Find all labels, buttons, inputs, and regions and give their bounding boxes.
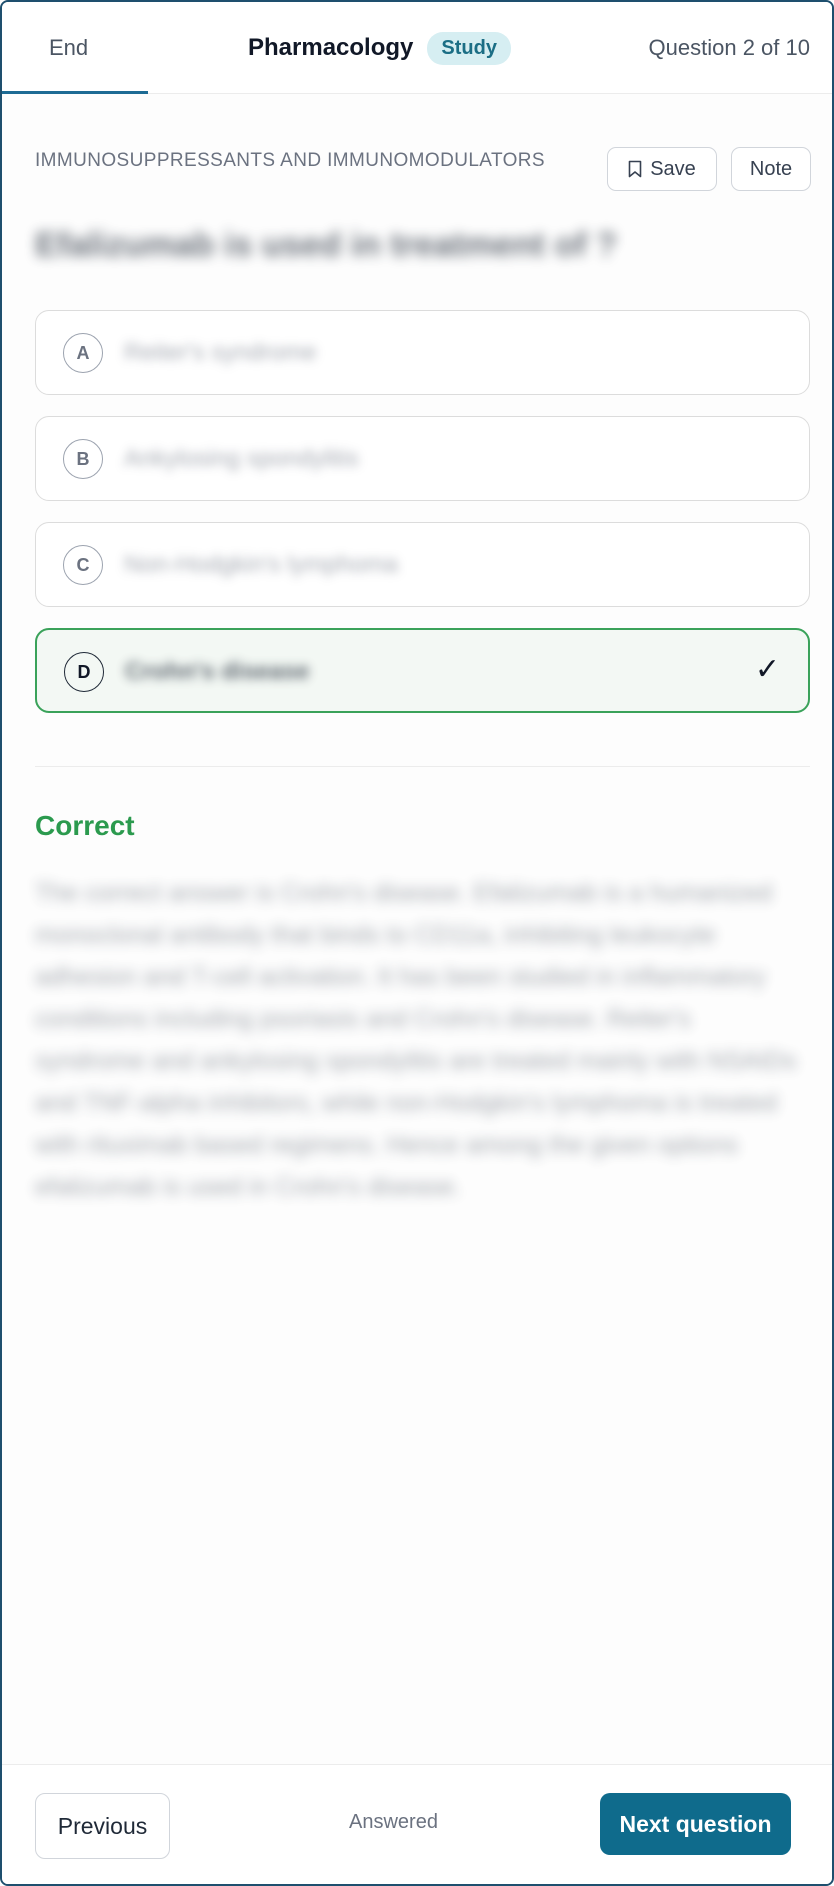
page-title: Pharmacology <box>248 34 414 61</box>
divider <box>35 766 810 767</box>
option-text: Ankylosing spondylitis <box>124 445 359 472</box>
end-label: End <box>49 35 89 60</box>
previous-label: Previous <box>57 1812 148 1839</box>
header: End Pharmacology Study Question 2 of 10 <box>2 2 832 94</box>
option-letter: C <box>63 545 103 585</box>
topic-label: IMMUNOSUPPRESSANTS AND IMMUNOMODULATORS <box>35 150 545 171</box>
option-letter: B <box>63 439 103 479</box>
app-frame: End Pharmacology Study Question 2 of 10 … <box>0 0 834 1886</box>
save-button[interactable]: Save <box>607 147 717 191</box>
option-letter: A <box>63 333 103 373</box>
check-icon: ✓ <box>754 653 780 686</box>
option-d[interactable]: D Crohn's disease ✓ <box>35 628 810 713</box>
next-label: Next question <box>619 1810 772 1837</box>
option-text: Crohn's disease <box>125 658 310 685</box>
footer: Previous Answered Next question <box>2 1764 832 1884</box>
header-title-group: Pharmacology Study <box>248 2 511 94</box>
save-label: Save <box>650 157 696 180</box>
previous-button[interactable]: Previous <box>35 1793 170 1859</box>
question-text: Efalizumab is used in treatment of ? <box>35 226 617 264</box>
end-button[interactable]: End <box>2 2 178 94</box>
option-b[interactable]: B Ankylosing spondylitis <box>35 416 810 501</box>
option-letter: D <box>64 652 104 692</box>
question-counter: Question 2 of 10 <box>648 35 810 60</box>
explanation-text: The correct answer is Crohn's disease. E… <box>35 879 797 1201</box>
note-button[interactable]: Note <box>731 147 811 191</box>
note-label: Note <box>749 157 793 180</box>
result-label: Correct <box>35 810 135 841</box>
next-question-button[interactable]: Next question <box>600 1793 791 1855</box>
option-a[interactable]: A Reiter's syndrome <box>35 310 810 395</box>
option-text: Reiter's syndrome <box>124 339 317 366</box>
progress-bar <box>2 91 149 94</box>
answer-status: Answered <box>349 1811 438 1833</box>
option-text: Non-Hodgkin's lymphoma <box>124 551 399 578</box>
mode-badge: Study <box>427 31 511 65</box>
option-c[interactable]: C Non-Hodgkin's lymphoma <box>35 522 810 607</box>
bookmark-icon <box>628 160 642 178</box>
